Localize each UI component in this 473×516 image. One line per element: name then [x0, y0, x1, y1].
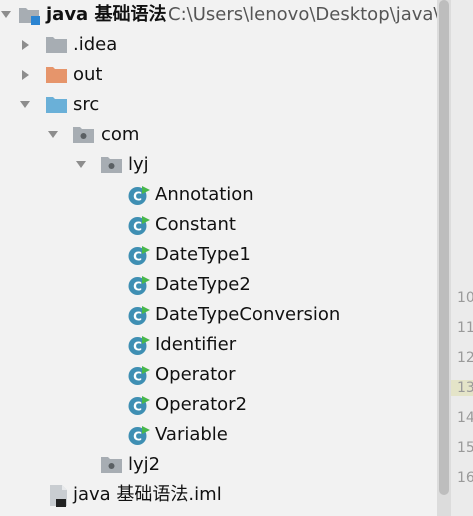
svg-text:C: C — [133, 280, 142, 294]
tree-item-label: Variable — [155, 424, 228, 445]
editor-gutter: 10 11 12 13 14 15 16 — [451, 0, 473, 516]
root-name: java 基础语法 — [46, 4, 167, 25]
svg-text:C: C — [133, 340, 142, 354]
tree-item-label: Identifier — [155, 334, 237, 355]
svg-text:C: C — [133, 400, 142, 414]
line-number: 10 — [457, 290, 473, 306]
svg-text:C: C — [133, 430, 142, 444]
line-number: 12 — [457, 350, 473, 366]
svg-text:C: C — [133, 220, 142, 234]
tree-item-label: com — [101, 124, 140, 145]
scrollbar-thumb[interactable] — [439, 0, 449, 495]
chevron-right-icon[interactable] — [17, 66, 35, 84]
svg-text:C: C — [133, 370, 142, 384]
chevron-down-icon[interactable] — [0, 6, 15, 24]
tree-item-label: DateTypeConversion — [155, 304, 341, 325]
java-class-icon: C — [127, 334, 151, 358]
package-icon — [72, 124, 96, 146]
module-folder-icon — [18, 4, 42, 26]
tree-item-label: Operator2 — [155, 394, 248, 415]
project-view: java 基础语法 C:\Users\lenovo\Desktop\java\c… — [0, 0, 473, 516]
java-class-icon: C — [127, 364, 151, 388]
tree-item-label: java 基础语法.iml — [73, 484, 222, 505]
folder-icon — [45, 34, 69, 56]
line-number: 15 — [457, 440, 473, 456]
chevron-right-icon[interactable] — [17, 36, 35, 54]
tree-item-label: Annotation — [155, 184, 254, 205]
svg-text:C: C — [133, 310, 142, 324]
tree-item-label: Constant — [155, 214, 236, 235]
java-class-icon: C — [127, 184, 151, 208]
line-number-current: 13 — [451, 380, 473, 396]
root-path: C:\Users\lenovo\Desktop\java\coo — [168, 4, 437, 25]
chevron-down-icon[interactable] — [16, 96, 34, 114]
line-number: 16 — [457, 470, 473, 486]
java-class-icon: C — [127, 244, 151, 268]
module-file-icon — [47, 484, 71, 508]
tree-item-label: DateType1 — [155, 244, 251, 265]
svg-text:C: C — [133, 190, 142, 204]
line-number: 14 — [457, 410, 473, 426]
java-class-icon: C — [127, 424, 151, 448]
package-icon — [100, 454, 124, 476]
chevron-down-icon[interactable] — [44, 126, 62, 144]
vertical-scrollbar[interactable] — [437, 0, 451, 516]
tree-item-label: out — [73, 64, 103, 85]
tree-item-label: lyj2 — [128, 454, 161, 475]
tree-item-label: Operator — [155, 364, 236, 385]
chevron-down-icon[interactable] — [72, 156, 90, 174]
folder-icon — [45, 64, 69, 86]
source-folder-icon — [45, 94, 69, 116]
tree-item-label: src — [73, 94, 100, 115]
package-icon — [100, 154, 124, 176]
tree-item-label: lyj — [128, 154, 149, 175]
project-tree: java 基础语法 C:\Users\lenovo\Desktop\java\c… — [0, 0, 437, 516]
java-class-icon: C — [127, 304, 151, 328]
tree-item-label: .idea — [73, 34, 118, 55]
line-number: 11 — [457, 320, 473, 336]
java-class-icon: C — [127, 274, 151, 298]
svg-text:C: C — [133, 250, 142, 264]
tree-item-label: DateType2 — [155, 274, 251, 295]
java-class-icon: C — [127, 394, 151, 418]
java-class-icon: C — [127, 214, 151, 238]
